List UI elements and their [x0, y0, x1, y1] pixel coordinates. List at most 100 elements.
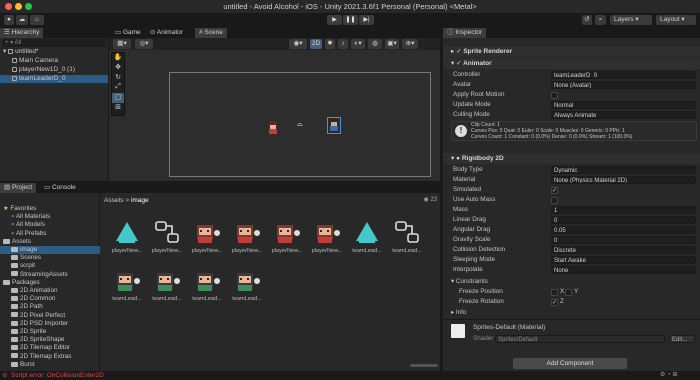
tab-project[interactable]: ▤ Project [0, 183, 37, 193]
project-tree-item[interactable]: Assets [0, 238, 100, 246]
tab-console[interactable]: ▭ Console [40, 183, 80, 193]
effects-icon[interactable]: ◐▾ [351, 39, 365, 49]
asset-tile[interactable]: playerNew... [150, 219, 184, 261]
transform-tool-icon[interactable]: ⊞ [112, 103, 124, 113]
gizmos-dropdown[interactable]: ⊕▾ [402, 39, 418, 49]
project-tree-item[interactable]: ★ Favorites [0, 205, 100, 213]
hand-tool-icon[interactable]: ✋ [112, 53, 124, 63]
asset-tile[interactable]: playerNew... [190, 219, 224, 261]
play-button[interactable]: ▶ [327, 15, 342, 25]
project-tree-item[interactable]: 2D Path [0, 303, 100, 311]
audio-icon[interactable]: ♪ [338, 39, 348, 49]
zoom-slider[interactable] [410, 364, 438, 367]
project-tree-item[interactable]: ⌕ All Models [0, 221, 100, 229]
asset-tile[interactable]: playerNew... [230, 219, 264, 261]
property-field[interactable]: None (Avatar) [551, 81, 696, 89]
project-tree-item[interactable]: 2D Animation [0, 287, 100, 295]
property-field[interactable]: 0.05 [551, 226, 696, 234]
info-foldout[interactable]: ▸ Info [451, 308, 466, 318]
hidden-objects-icon[interactable]: ◍ [368, 39, 382, 49]
breadcrumb-leaf[interactable]: image [131, 197, 149, 204]
property-field[interactable]: teamLeaderD_0 [551, 71, 696, 79]
freeze-position-y-checkbox[interactable] [565, 289, 572, 296]
layers-dropdown[interactable]: Layers ▾ [610, 15, 652, 25]
rotate-tool-icon[interactable]: ↻ [112, 73, 124, 83]
animator-header[interactable]: ▾ ✓ Animator [443, 58, 700, 69]
project-tree-item[interactable]: 2D SpriteShape [0, 336, 100, 344]
tab-hierarchy[interactable]: ☰ Hierarchy [0, 28, 44, 38]
asset-tile[interactable]: teamLead... [230, 267, 264, 309]
asset-tile[interactable]: teamLead... [190, 267, 224, 309]
asset-tile[interactable]: teamLead... [110, 267, 144, 309]
property-field[interactable]: None (Physics Material 2D) [551, 176, 696, 184]
project-tree-item[interactable]: Burst [0, 361, 100, 369]
draw-mode-dropdown[interactable]: ▦▾ [113, 39, 131, 49]
property-checkbox[interactable] [551, 196, 558, 204]
minimize-window-icon[interactable] [15, 3, 22, 10]
project-tree-item[interactable]: image [0, 246, 100, 254]
asset-tile[interactable]: teamLead... [350, 219, 384, 261]
camera-icon[interactable]: ▣▾ [385, 39, 399, 49]
maximize-window-icon[interactable] [25, 3, 32, 10]
project-tree-item[interactable]: 2D Tilemap Editor [0, 344, 100, 352]
cloud-icon[interactable]: ☁ [16, 15, 28, 25]
hierarchy-item[interactable]: Main Camera [0, 57, 108, 65]
bird-sprite[interactable]: ⌓ [297, 121, 305, 128]
asset-tile[interactable]: teamLead... [150, 267, 184, 309]
asset-tile[interactable]: playerNew... [310, 219, 344, 261]
project-tree-item[interactable]: 2D Sprite [0, 328, 100, 336]
error-icon[interactable]: ⊘ [2, 371, 7, 380]
asset-tile[interactable]: teamLead... [390, 219, 424, 261]
property-field[interactable]: Start Awake [551, 256, 696, 264]
asset-tile[interactable]: playerNew... [110, 219, 144, 261]
property-checkbox[interactable] [551, 91, 558, 99]
shading-dropdown[interactable]: ◉▾ [289, 39, 307, 49]
project-tree-item[interactable]: 2D PSD Importer [0, 320, 100, 328]
property-field[interactable]: Dynamic [551, 166, 696, 174]
tab-game[interactable]: ▭ Game [111, 28, 145, 38]
scale-tool-icon[interactable]: ⤢ [112, 83, 124, 93]
property-field[interactable]: 0 [551, 216, 696, 224]
pause-button[interactable]: ❚❚ [343, 15, 358, 25]
move-tool-icon[interactable]: ✥ [112, 63, 124, 73]
constraints-foldout[interactable]: ▾ Constraints [451, 277, 488, 287]
layout-dropdown[interactable]: Layout ▾ [656, 15, 696, 25]
hierarchy-search-input[interactable]: + ▾ All [2, 39, 106, 47]
scene-root[interactable]: ▾ untitled* [0, 48, 108, 56]
project-tree-item[interactable]: scrpit [0, 262, 100, 270]
search-icon[interactable]: ⌕ [595, 15, 606, 25]
property-field[interactable]: 1 [551, 206, 696, 214]
project-tree-item[interactable]: Packages [0, 279, 100, 287]
freeze-position-x-checkbox[interactable] [551, 289, 558, 296]
property-field[interactable]: Normal [551, 101, 696, 109]
rigidbody-header[interactable]: ▾ ● Rigidbody 2D [443, 153, 700, 164]
lighting-icon[interactable]: ✹ [325, 39, 335, 49]
project-tree-item[interactable]: 2D Tilemap Extras [0, 353, 100, 361]
property-field[interactable]: 0 [551, 236, 696, 244]
shader-dropdown[interactable]: Sprites/Default [495, 335, 665, 343]
tab-animator[interactable]: ⊙ Animator [146, 28, 187, 38]
property-field[interactable]: None [551, 266, 696, 274]
property-checkbox[interactable]: ✓ [551, 186, 558, 194]
freeze-rotation-z-checkbox[interactable]: ✓ [551, 299, 558, 306]
project-tree-item[interactable]: ⌕ All Prefabs [0, 230, 100, 238]
property-field[interactable]: Always Animate [551, 111, 696, 119]
asset-tile[interactable]: playerNew... [270, 219, 304, 261]
project-tree-item[interactable]: 2D Common [0, 295, 100, 303]
scene-view[interactable]: ▭ Game ⊙ Animator # Scene ▦▾ ◎▾ ◉▾ 2D ✹ … [109, 28, 440, 181]
team-leader-sprite[interactable] [327, 117, 341, 134]
project-tree-item[interactable]: Scenes [0, 254, 100, 262]
gizmo-dropdown[interactable]: ◎▾ [135, 39, 153, 49]
shader-edit-button[interactable]: Edit... [669, 335, 695, 343]
project-tree-item[interactable]: ⌕ All Materials [0, 213, 100, 221]
step-button[interactable]: ▶| [359, 15, 374, 25]
close-window-icon[interactable] [5, 3, 12, 10]
property-field[interactable]: Discrete [551, 246, 696, 254]
history-icon[interactable]: ↺ [582, 15, 592, 25]
sprite-renderer-header[interactable]: ▸ ✓ Sprite Renderer [443, 46, 700, 57]
mode-2d-toggle[interactable]: 2D [310, 39, 322, 49]
hierarchy-item[interactable]: playerNew1D_0 (1) [0, 66, 108, 74]
project-tree-item[interactable]: 2D Pixel Perfect [0, 312, 100, 320]
breadcrumb-root[interactable]: Assets [104, 197, 124, 204]
add-component-button[interactable]: Add Component [513, 358, 627, 369]
